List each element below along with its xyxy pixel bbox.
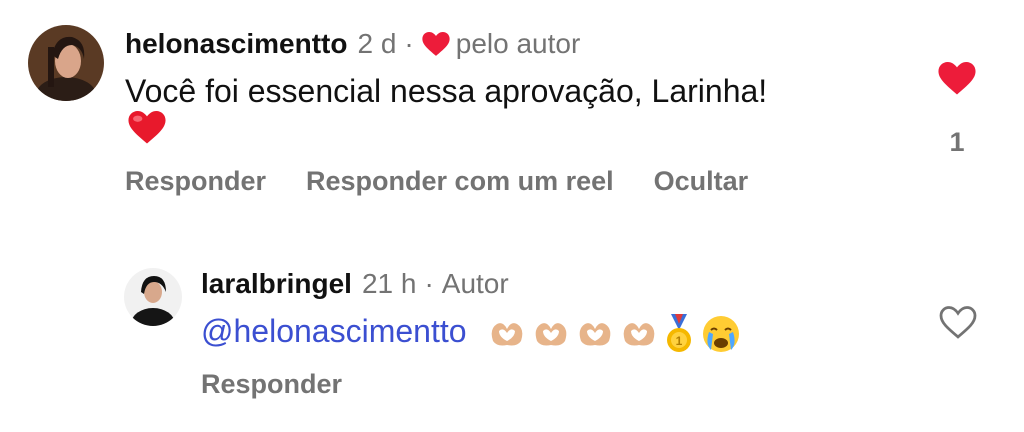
gold-medal-emoji: 1 bbox=[667, 313, 692, 352]
comments-thread: helonascimentto 2 d · pelo autor Você fo… bbox=[0, 0, 1024, 432]
avatar[interactable] bbox=[28, 25, 104, 101]
crying-face-emoji bbox=[703, 315, 740, 352]
heart-hands-emoji bbox=[492, 322, 523, 346]
liked-by-author-label: pelo autor bbox=[455, 28, 581, 59]
hide-button[interactable]: Ocultar bbox=[654, 166, 749, 197]
heart-hands-emoji bbox=[624, 322, 655, 346]
red-heart-emoji bbox=[128, 111, 166, 150]
separator: · bbox=[404, 28, 414, 59]
author-label: Autor bbox=[441, 268, 509, 299]
heart-filled-icon[interactable] bbox=[938, 62, 976, 101]
comment-text: Você foi essencial nessa aprovação, Lari… bbox=[125, 70, 767, 112]
reply-with-reel-button[interactable]: Responder com um reel bbox=[306, 166, 614, 197]
comment-body: Você foi essencial nessa aprovação, Lari… bbox=[125, 73, 768, 109]
username[interactable]: helonascimentto bbox=[125, 27, 347, 61]
comment-actions: Responder bbox=[201, 369, 342, 400]
comment-meta: helonascimentto 2 d · pelo autor bbox=[125, 27, 580, 61]
avatar[interactable] bbox=[124, 268, 182, 326]
author-heart-icon bbox=[422, 31, 450, 57]
mention-link[interactable]: @helonascimentto bbox=[201, 313, 467, 349]
comment-meta: laralbringel 21 h · Autor bbox=[201, 267, 509, 301]
heart-hands-emoji bbox=[536, 322, 567, 346]
reply-button[interactable]: Responder bbox=[125, 166, 266, 197]
reply-button[interactable]: Responder bbox=[201, 369, 342, 400]
comment-actions: Responder Responder com um reel Ocultar bbox=[125, 166, 748, 197]
emoji-row: 1 bbox=[489, 313, 741, 354]
like-area bbox=[938, 306, 978, 345]
separator: · bbox=[424, 268, 434, 299]
comment-text: @helonascimentto 1 bbox=[201, 310, 741, 354]
like-count[interactable]: 1 bbox=[949, 127, 964, 158]
timestamp: 2 d bbox=[357, 28, 397, 59]
heart-outline-icon[interactable] bbox=[939, 306, 977, 345]
heart-hands-emoji bbox=[580, 322, 611, 346]
timestamp: 21 h bbox=[361, 268, 417, 299]
username[interactable]: laralbringel bbox=[201, 267, 352, 301]
like-area: 1 bbox=[937, 62, 977, 158]
svg-text:1: 1 bbox=[676, 334, 683, 348]
